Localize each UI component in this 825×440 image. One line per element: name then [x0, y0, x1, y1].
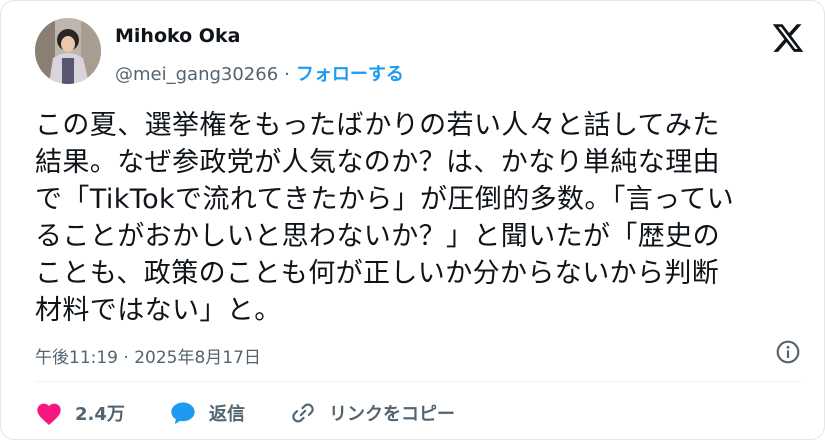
link-icon: [289, 400, 317, 426]
follow-button[interactable]: フォローする: [296, 64, 404, 85]
divider: [35, 381, 802, 382]
author-meta: @mei_gang30266 · フォローする: [115, 60, 404, 86]
meta-separator: ·: [284, 64, 290, 85]
like-count: 2.4万: [75, 404, 125, 425]
reply-button[interactable]: 返信: [169, 397, 245, 429]
heart-icon: [35, 400, 63, 426]
tweet-text-line: この夏、選挙権をもったばかりの若い人々と話してみた: [35, 110, 720, 141]
copy-link-label: リンクをコピー: [329, 404, 455, 425]
avatar[interactable]: [35, 18, 101, 84]
avatar-photo: [35, 18, 101, 84]
speech-bubble-icon: [169, 400, 197, 426]
tweet-text: この夏、選挙権をもったばかりの若い人々と話してみた 結果。なぜ参政党が人気なのか…: [35, 107, 805, 329]
author-name[interactable]: Mihoko Oka: [115, 25, 240, 47]
tweet-text-line: ることがおかしいと思わないか？」と聞いたが「歴史の: [35, 221, 720, 252]
copy-link-button[interactable]: リンクをコピー: [289, 397, 455, 429]
tweet-text-line: 材料ではない」と。: [35, 295, 282, 326]
like-button[interactable]: 2.4万: [35, 397, 125, 429]
tweet-timestamp[interactable]: 午後11:19 · 2025年8月17日: [35, 343, 261, 368]
reply-label: 返信: [209, 404, 245, 425]
tweet-text-line: ことも、政策のことも何が正しいか分からないから判断: [35, 258, 720, 289]
author-handle[interactable]: @mei_gang30266: [115, 64, 278, 85]
info-icon[interactable]: [775, 339, 801, 365]
tweet-text-line: で「TikTokで流れてきたから」が圧倒的多数。「言ってい: [35, 184, 734, 215]
tweet-card: Mihoko Oka @mei_gang30266 · フォローする この夏、選挙権…: [0, 0, 825, 440]
tweet-text-line: 結果。なぜ参政党が人気なのか？は、かなり単純な理由: [35, 147, 720, 178]
x-logo-icon[interactable]: [771, 21, 805, 55]
